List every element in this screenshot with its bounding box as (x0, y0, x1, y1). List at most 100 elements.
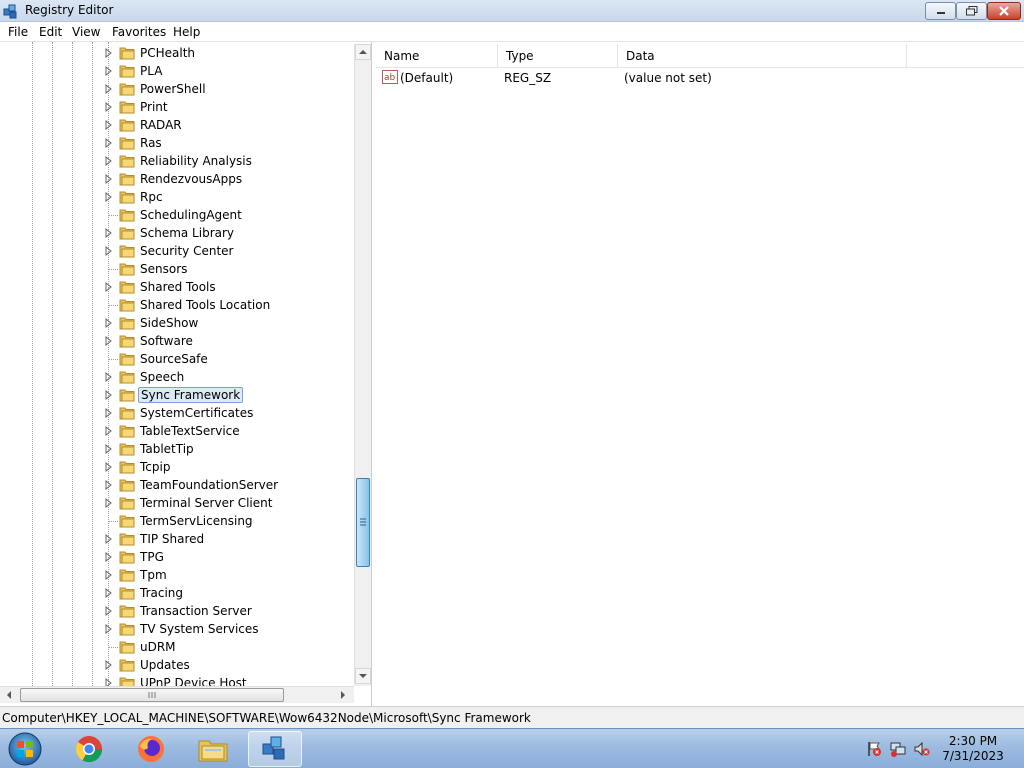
expand-arrow-icon[interactable] (104, 336, 113, 346)
tree-item[interactable]: Shared Tools (104, 278, 354, 296)
expand-arrow-icon[interactable] (104, 192, 113, 202)
expand-arrow-icon[interactable] (104, 534, 113, 544)
tree-scroll-thumb[interactable] (356, 478, 370, 567)
expand-arrow-icon[interactable] (104, 408, 113, 418)
menu-help[interactable]: Help (173, 25, 200, 39)
system-clock[interactable]: 2:30 PM 7/31/2023 (930, 734, 1016, 764)
tree-vertical-scrollbar[interactable] (354, 44, 371, 686)
tree-item[interactable]: Tracing (104, 584, 354, 602)
expand-arrow-icon[interactable] (104, 138, 113, 148)
tree-item[interactable]: TabletTip (104, 440, 354, 458)
menu-view[interactable]: View (72, 25, 100, 39)
tree-item[interactable]: SourceSafe (104, 350, 354, 368)
scroll-up-arrow-icon[interactable] (355, 44, 371, 60)
expand-arrow-icon[interactable] (104, 282, 113, 292)
tree-item-label: Software (140, 334, 193, 348)
expand-arrow-icon[interactable] (104, 246, 113, 256)
tree-item[interactable]: Tpm (104, 566, 354, 584)
tree-item[interactable]: Transaction Server (104, 602, 354, 620)
tree-item[interactable]: TV System Services (104, 620, 354, 638)
tree-item[interactable]: Tcpip (104, 458, 354, 476)
expand-arrow-icon[interactable] (104, 588, 113, 598)
folder-icon (119, 443, 135, 456)
tree-item[interactable]: TeamFoundationServer (104, 476, 354, 494)
expand-arrow-icon[interactable] (104, 660, 113, 670)
expand-arrow-icon[interactable] (104, 228, 113, 238)
expand-arrow-icon[interactable] (104, 444, 113, 454)
volume-muted-icon[interactable] (914, 741, 930, 757)
tree-item[interactable]: Schema Library (104, 224, 354, 242)
close-button[interactable] (987, 2, 1021, 20)
tree-item[interactable]: SchedulingAgent (104, 206, 354, 224)
tree-item[interactable]: Rpc (104, 188, 354, 206)
expand-arrow-icon[interactable] (104, 462, 113, 472)
expand-arrow-icon[interactable] (104, 426, 113, 436)
taskbar-regedit-button[interactable] (248, 731, 302, 767)
registry-tree-pane[interactable]: PCHealth PLA PowerShell Print RADAR Ras Reliab… (0, 42, 372, 706)
tree-item[interactable]: TIP Shared (104, 530, 354, 548)
folder-icon (119, 461, 135, 474)
tree-item[interactable]: TableTextService (104, 422, 354, 440)
expand-arrow-icon[interactable] (104, 390, 113, 400)
column-header-name[interactable]: Name (376, 44, 498, 68)
tree-horizontal-scrollbar[interactable] (0, 686, 354, 703)
tree-item[interactable]: TermServLicensing (104, 512, 354, 530)
taskbar-file-explorer-button[interactable] (186, 731, 240, 767)
tree-item[interactable]: RADAR (104, 116, 354, 134)
expand-arrow-icon[interactable] (104, 66, 113, 76)
registry-editor-app-icon[interactable] (3, 3, 19, 19)
tree-hscroll-thumb[interactable] (20, 688, 284, 702)
expand-arrow-icon[interactable] (104, 480, 113, 490)
tree-item[interactable]: PCHealth (104, 44, 354, 62)
expand-arrow-icon[interactable] (104, 624, 113, 634)
expand-arrow-icon[interactable] (104, 120, 113, 130)
expand-arrow-icon[interactable] (104, 372, 113, 382)
start-button-icon[interactable] (7, 731, 43, 767)
tree-item[interactable]: SideShow (104, 314, 354, 332)
expand-arrow-icon[interactable] (104, 48, 113, 58)
values-list-pane[interactable]: Name Type Data ab (Default) REG_SZ (valu… (376, 42, 1024, 706)
tree-item[interactable]: Ras (104, 134, 354, 152)
tree-item[interactable]: Terminal Server Client (104, 494, 354, 512)
tree-item[interactable]: Shared Tools Location (104, 296, 354, 314)
tree-item[interactable]: Sync Framework (104, 386, 354, 404)
tree-item[interactable]: SystemCertificates (104, 404, 354, 422)
minimize-button[interactable] (925, 2, 956, 20)
menu-favorites[interactable]: Favorites (112, 25, 166, 39)
tree-item[interactable]: PowerShell (104, 80, 354, 98)
expand-arrow-icon[interactable] (104, 606, 113, 616)
expand-arrow-icon[interactable] (104, 498, 113, 508)
column-header-type[interactable]: Type (498, 44, 618, 68)
expand-arrow-icon[interactable] (104, 570, 113, 580)
taskbar-firefox-button[interactable] (124, 731, 178, 767)
value-row-default[interactable]: ab (Default) REG_SZ (value not set) (376, 69, 1024, 87)
tree-item[interactable]: Updates (104, 656, 354, 674)
tree-item[interactable]: Security Center (104, 242, 354, 260)
scroll-left-arrow-icon[interactable] (2, 687, 18, 703)
expand-arrow-icon[interactable] (104, 84, 113, 94)
expand-arrow-icon[interactable] (104, 156, 113, 166)
scroll-right-arrow-icon[interactable] (336, 687, 352, 703)
folder-icon (119, 119, 135, 132)
tree-item[interactable]: Reliability Analysis (104, 152, 354, 170)
expand-arrow-icon[interactable] (104, 174, 113, 184)
network-icon[interactable] (890, 741, 906, 757)
menu-edit[interactable]: Edit (39, 25, 62, 39)
menu-file[interactable]: File (8, 25, 28, 39)
expand-arrow-icon[interactable] (104, 318, 113, 328)
scroll-down-arrow-icon[interactable] (355, 668, 371, 684)
taskbar-chrome-button[interactable] (62, 731, 116, 767)
expand-arrow-icon[interactable] (104, 102, 113, 112)
tree-item[interactable]: uDRM (104, 638, 354, 656)
expand-arrow-icon[interactable] (104, 552, 113, 562)
tree-item[interactable]: TPG (104, 548, 354, 566)
tree-item[interactable]: Print (104, 98, 354, 116)
column-header-data[interactable]: Data (618, 44, 907, 68)
tree-item[interactable]: PLA (104, 62, 354, 80)
restore-button[interactable] (956, 2, 987, 20)
tree-item[interactable]: Speech (104, 368, 354, 386)
tree-item[interactable]: Software (104, 332, 354, 350)
tree-item[interactable]: Sensors (104, 260, 354, 278)
tree-item[interactable]: RendezvousApps (104, 170, 354, 188)
action-center-flag-icon[interactable] (866, 741, 882, 757)
